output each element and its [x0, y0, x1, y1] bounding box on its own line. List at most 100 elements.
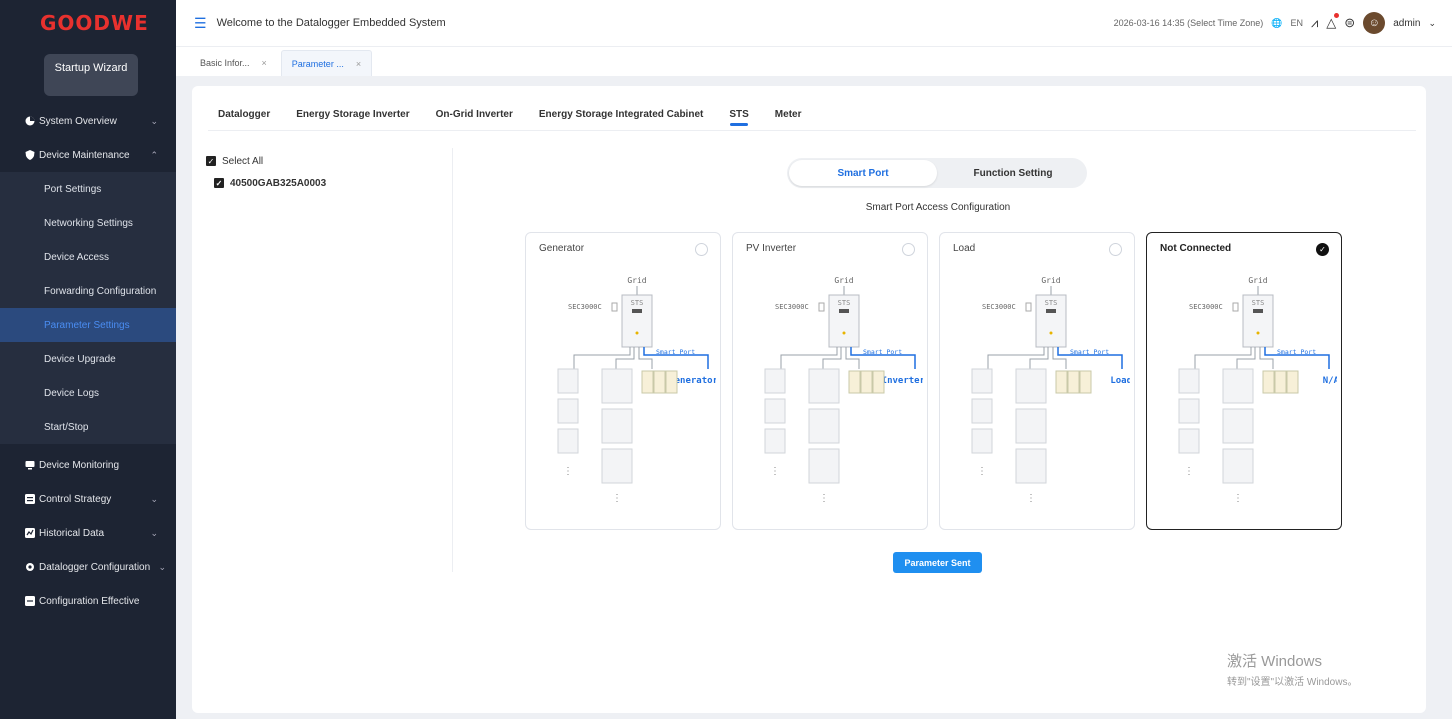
radio-unselected-icon[interactable] [695, 243, 708, 256]
bus-line [573, 347, 631, 369]
sidebar-subitem-device-logs[interactable]: Device Logs [0, 376, 176, 410]
sidebar-item-datalogger-configuration[interactable]: Datalogger Configuration ⌄ [0, 550, 176, 584]
sidebar-subitem-device-upgrade[interactable]: Device Upgrade [0, 342, 176, 376]
menu-toggle-icon[interactable]: ☰ [194, 15, 207, 32]
bus-line [780, 347, 838, 369]
battery-module [1178, 428, 1200, 454]
language-icon[interactable]: 🌐 [1271, 18, 1282, 29]
bus-line [987, 347, 1045, 369]
chevron-down-icon: ⌄ [158, 561, 166, 572]
bus-line [615, 347, 635, 369]
tab-sts[interactable]: STS [716, 102, 761, 126]
tab-energy-storage-integrated-cabinet[interactable]: Energy Storage Integrated Cabinet [526, 102, 716, 126]
close-icon[interactable]: × [356, 59, 361, 69]
cabinet-unit [653, 370, 666, 394]
smart-port-options: Generator Grid STS SEC3000C Smart Port Gener… [525, 232, 1342, 530]
model-label: SEC3000C [1189, 303, 1223, 311]
cabinet-unit [665, 370, 678, 394]
goodwe-logo: GOODWE [40, 11, 149, 35]
battery-module [764, 428, 786, 454]
cabinet-unit [1286, 370, 1299, 394]
sidebar-subitem-parameter-settings[interactable]: Parameter Settings [0, 308, 176, 342]
sidebar-item-device-maintenance[interactable]: Device Maintenance ⌃ [0, 138, 176, 172]
sts-indicator [1049, 331, 1053, 335]
smart-port-target-label: N/A [1323, 376, 1337, 386]
bus-line [638, 347, 653, 369]
smart-port-target-label: Load [1110, 376, 1130, 386]
bus-line [1236, 347, 1256, 369]
settings-circle-icon[interactable]: ⊜ [1344, 15, 1355, 31]
sidebar-item-device-monitoring[interactable]: Device Monitoring [0, 448, 176, 482]
tab-on-grid-inverter[interactable]: On-Grid Inverter [423, 102, 526, 126]
sidebar-subitem-forwarding-configuration[interactable]: Forwarding Configuration [0, 274, 176, 308]
user-menu[interactable]: admin [1393, 18, 1420, 29]
avatar[interactable]: ☺ [1363, 12, 1386, 34]
wiring-diagram: Grid STS SEC3000C Smart Port Load ⋮ ⋮ [971, 276, 1130, 504]
sidebar-subitem-device-access[interactable]: Device Access [0, 240, 176, 274]
sidebar-item-control-strategy[interactable]: Control Strategy ⌄ [0, 482, 176, 516]
tab-function-setting[interactable]: Function Setting [939, 158, 1087, 188]
windows-activation-watermark: 激活 Windows 转到"设置"以激活 Windows。 [1227, 650, 1357, 688]
cabinet-unit [848, 370, 861, 394]
bus-line [1259, 347, 1274, 369]
smart-port-label: Smart Port [863, 348, 902, 356]
chevron-down-icon: ⌄ [150, 493, 158, 504]
option-generator[interactable]: Generator Grid STS SEC3000C Smart Port Gener… [525, 232, 721, 530]
sidebar-item-label: Device Monitoring [39, 459, 120, 471]
tab-smart-port[interactable]: Smart Port [789, 160, 937, 186]
option-pv-inverter[interactable]: PV Inverter Grid STS SEC3000C Smart Port PV … [732, 232, 928, 530]
battery-module [1015, 408, 1047, 444]
shield-icon [24, 150, 35, 161]
wiring-diagram: GridSTSSEC3000CSmart PortGenerator⋮⋮ [557, 276, 716, 504]
battery-module [1178, 398, 1200, 424]
sidebar-subitem-networking-settings[interactable]: Networking Settings [0, 206, 176, 240]
language-label[interactable]: EN [1290, 18, 1303, 28]
bell-icon[interactable]: △ [1326, 13, 1340, 31]
select-all-checkbox[interactable]: ✓ Select All [206, 150, 326, 172]
model-label: SEC3000C [775, 303, 809, 311]
datetime-timezone[interactable]: 2026-03-16 14:35 (Select Time Zone) [1114, 18, 1264, 28]
parameter-sent-button[interactable]: Parameter Sent [893, 552, 982, 573]
sidebar-subitem-start-stop[interactable]: Start/Stop [0, 410, 176, 444]
activate-line1: 激活 Windows [1227, 653, 1323, 670]
ellipsis-label: ⋮ [819, 493, 829, 504]
page-tab-parameter[interactable]: Parameter ... × [280, 50, 373, 76]
model-bracket [1025, 302, 1032, 312]
check-circle-icon[interactable]: ✓ [1316, 243, 1329, 256]
battery-module [601, 408, 633, 444]
sts-display [1253, 309, 1263, 313]
sidebar-subitem-port-settings[interactable]: Port Settings [0, 172, 176, 206]
battery-module [1222, 448, 1254, 484]
tab-energy-storage-inverter[interactable]: Energy Storage Inverter [283, 102, 422, 126]
chevron-down-icon: ⌄ [150, 115, 158, 126]
sidebar-item-label: Device Maintenance [39, 149, 130, 161]
sts-indicator [635, 331, 639, 335]
header-right: 2026-03-16 14:35 (Select Time Zone) 🌐 EN… [1114, 0, 1436, 46]
bus-line [822, 347, 842, 369]
option-not-connected[interactable]: Not Connected ✓ Grid STS SEC3000C Smart Por… [1146, 232, 1342, 530]
sidebar-item-label: Datalogger Configuration [39, 561, 151, 573]
device-checkbox[interactable]: ✓ 40500GAB325A0003 [206, 172, 326, 194]
tab-meter[interactable]: Meter [762, 102, 815, 126]
battery-module [1015, 448, 1047, 484]
model-bracket [611, 302, 618, 312]
sidebar-item-configuration-effective[interactable]: Configuration Effective [0, 584, 176, 618]
chevron-down-icon[interactable]: ⌄ [1428, 18, 1436, 29]
sidebar-item-historical-data[interactable]: Historical Data ⌄ [0, 516, 176, 550]
sts-display [1046, 309, 1056, 313]
option-load[interactable]: Load Grid STS SEC3000C Smart Port Load ⋮ ⋮ [939, 232, 1135, 530]
radio-unselected-icon[interactable] [1109, 243, 1122, 256]
startup-wizard-button[interactable]: Startup Wizard [44, 54, 138, 96]
ellipsis-label: ⋮ [612, 493, 622, 504]
battery-module [808, 448, 840, 484]
welcome-text: Welcome to the Datalogger Embedded Syste… [216, 17, 446, 29]
sidebar-item-system-overview[interactable]: System Overview ⌄ [0, 104, 176, 138]
tab-datalogger[interactable]: Datalogger [218, 102, 283, 126]
close-icon[interactable]: × [262, 58, 267, 68]
model-label: SEC3000C [982, 303, 1016, 311]
signal-icon[interactable]: ⩘ [1311, 15, 1318, 31]
battery-module [557, 428, 579, 454]
sts-display [632, 309, 642, 313]
page-tab-basic-info[interactable]: Basic Infor... × [190, 50, 277, 76]
radio-unselected-icon[interactable] [902, 243, 915, 256]
